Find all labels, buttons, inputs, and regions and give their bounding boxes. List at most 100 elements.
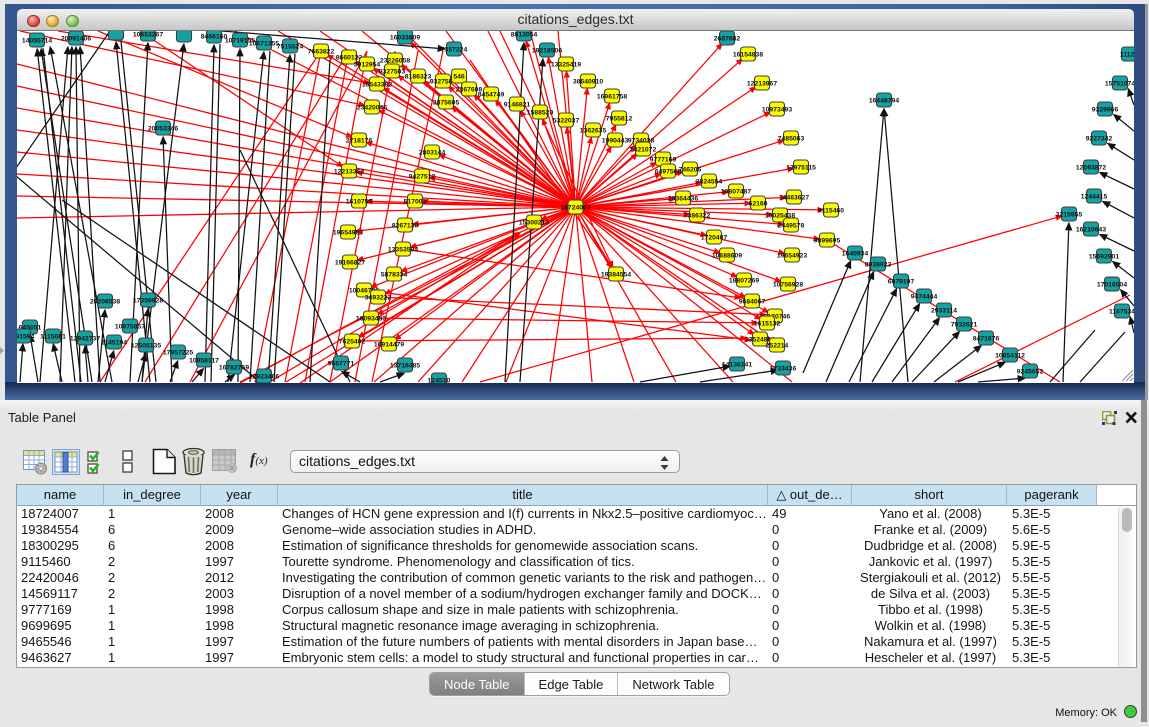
svg-text:7955812: 7955812 [606,116,633,123]
svg-text:2718176: 2718176 [346,138,373,145]
svg-text:517003: 517003 [404,199,427,206]
svg-text:10654112: 10654112 [995,353,1025,360]
svg-text:7386322: 7386322 [684,213,711,220]
svg-text:19166827: 19166827 [335,260,365,267]
svg-text:2933114: 2933114 [931,308,957,315]
svg-text:746206: 746206 [679,167,702,174]
svg-text:10973493: 10973493 [762,107,792,114]
svg-text:7625402: 7625402 [339,339,366,346]
svg-text:1990443: 1990443 [602,138,629,145]
svg-text:1145194: 1145194 [101,340,127,347]
svg-text:20206538: 20206538 [90,299,120,306]
svg-text:1421072: 1421072 [630,147,657,154]
svg-text:1615132: 1615132 [754,321,781,328]
svg-text:3912954: 3912954 [354,62,381,69]
svg-text:13325419: 13325419 [551,62,581,69]
svg-text:20053346: 20053346 [148,126,178,133]
svg-text:1720407: 1720407 [701,235,728,242]
svg-text:1167534: 1167534 [1109,309,1134,316]
svg-text:3875605: 3875605 [433,100,460,107]
svg-text:1588520: 1588520 [527,110,554,117]
svg-text:18724007: 18724007 [560,205,590,212]
svg-text:8813054: 8813054 [511,32,538,39]
svg-text:3215955: 3215955 [1056,212,1083,219]
svg-text:10756928: 10756928 [773,282,803,289]
svg-text:8466160: 8466160 [201,34,228,41]
svg-text:9474444: 9474444 [911,294,938,301]
svg-text:124510: 124510 [428,378,451,384]
svg-text:14055714: 14055714 [22,38,52,45]
svg-text:16782759: 16782759 [219,365,249,372]
svg-text:7663822: 7663822 [308,49,335,56]
svg-text:2449578: 2449578 [778,223,805,230]
svg-text:13716485: 13716485 [390,363,420,370]
svg-text:38640910: 38640910 [573,79,603,86]
svg-text:9327503: 9327503 [379,69,406,76]
svg-text:6497568: 6497568 [655,169,682,176]
svg-text:20364436: 20364436 [668,196,698,203]
svg-text:10653267: 10653267 [133,32,163,39]
svg-text:8186323: 8186323 [405,74,432,81]
svg-text:1244415: 1244415 [1081,194,1108,201]
svg-text:252214: 252214 [766,343,789,350]
svg-text:19384554: 19384554 [601,272,631,279]
svg-text:9777169: 9777169 [650,157,677,164]
svg-text:9899695: 9899695 [814,238,841,245]
svg-text:5322037: 5322037 [553,118,580,125]
svg-text:1610755: 1610755 [346,199,373,206]
svg-text:8938923: 8938923 [865,262,892,269]
svg-text:12942737: 12942737 [70,336,100,343]
svg-text:6879197: 6879197 [888,279,915,286]
svg-text:9245652: 9245652 [1017,369,1044,376]
svg-text:17957225: 17957225 [163,350,193,357]
svg-text:16961758: 16961758 [597,94,627,101]
svg-text:16154838: 16154838 [733,52,763,59]
svg-text:15300213: 15300213 [519,220,549,227]
svg-text:9329966: 9329966 [1092,107,1119,114]
svg-text:9146821: 9146821 [504,102,531,109]
svg-text:7932621: 7932621 [951,322,978,329]
svg-text:16914479: 16914479 [374,342,404,349]
svg-text:16543382: 16543382 [362,82,392,89]
svg-text:9227342: 9227342 [1086,136,1113,143]
svg-text:16033809: 16033809 [390,35,420,42]
svg-text:3493222: 3493222 [365,295,392,302]
svg-text:19654923: 19654923 [777,253,807,260]
svg-text:7357224: 7357224 [441,47,468,54]
svg-text:14136141: 14136141 [722,362,752,369]
svg-text:18807269: 18807269 [729,278,759,285]
svg-text:12213967: 12213967 [747,81,777,88]
svg-text:19218506: 19218506 [532,48,562,55]
svg-text:8660123: 8660123 [336,55,363,62]
svg-text:8471676: 8471676 [973,336,1000,343]
svg-text:8454749: 8454749 [478,92,505,99]
svg-text:7515524: 7515524 [277,44,304,51]
svg-text:391594: 391594 [17,334,35,341]
svg-text:2803144: 2803144 [419,150,446,157]
svg-text:9684067: 9684067 [739,299,766,306]
svg-text:1362635: 1362635 [580,128,607,135]
svg-text:17359928: 17359928 [133,298,163,305]
svg-text:9115460: 9115460 [818,208,844,215]
svg-text:16093483: 16093483 [356,316,386,323]
svg-text:1115681: 1115681 [40,334,66,341]
svg-text:16210643: 16210643 [1076,227,1106,234]
svg-text:16448794: 16448794 [869,98,899,105]
svg-text:8267130: 8267130 [392,223,419,230]
svg-text:10671355: 10671355 [249,41,279,48]
svg-text:1733436: 1733436 [770,366,797,373]
svg-text:12975115: 12975115 [786,165,816,172]
svg-text:7485063: 7485063 [778,136,805,143]
svg-text:10807487: 10807487 [721,189,751,196]
svg-text:10958117: 10958117 [189,358,219,365]
svg-text:5878334: 5878334 [381,272,408,279]
svg-text:12093872: 12093872 [1076,165,1106,172]
svg-text:2687682: 2687682 [714,36,741,43]
svg-text:19654983: 19654983 [333,230,363,237]
svg-text:546: 546 [453,74,465,81]
svg-text:14463627: 14463627 [779,195,809,202]
svg-text:9657771: 9657771 [328,361,355,368]
svg-text:15692901: 15692901 [1089,254,1119,261]
svg-text:12923466: 12923466 [249,374,279,381]
svg-text:17016504: 17016504 [1097,282,1127,289]
